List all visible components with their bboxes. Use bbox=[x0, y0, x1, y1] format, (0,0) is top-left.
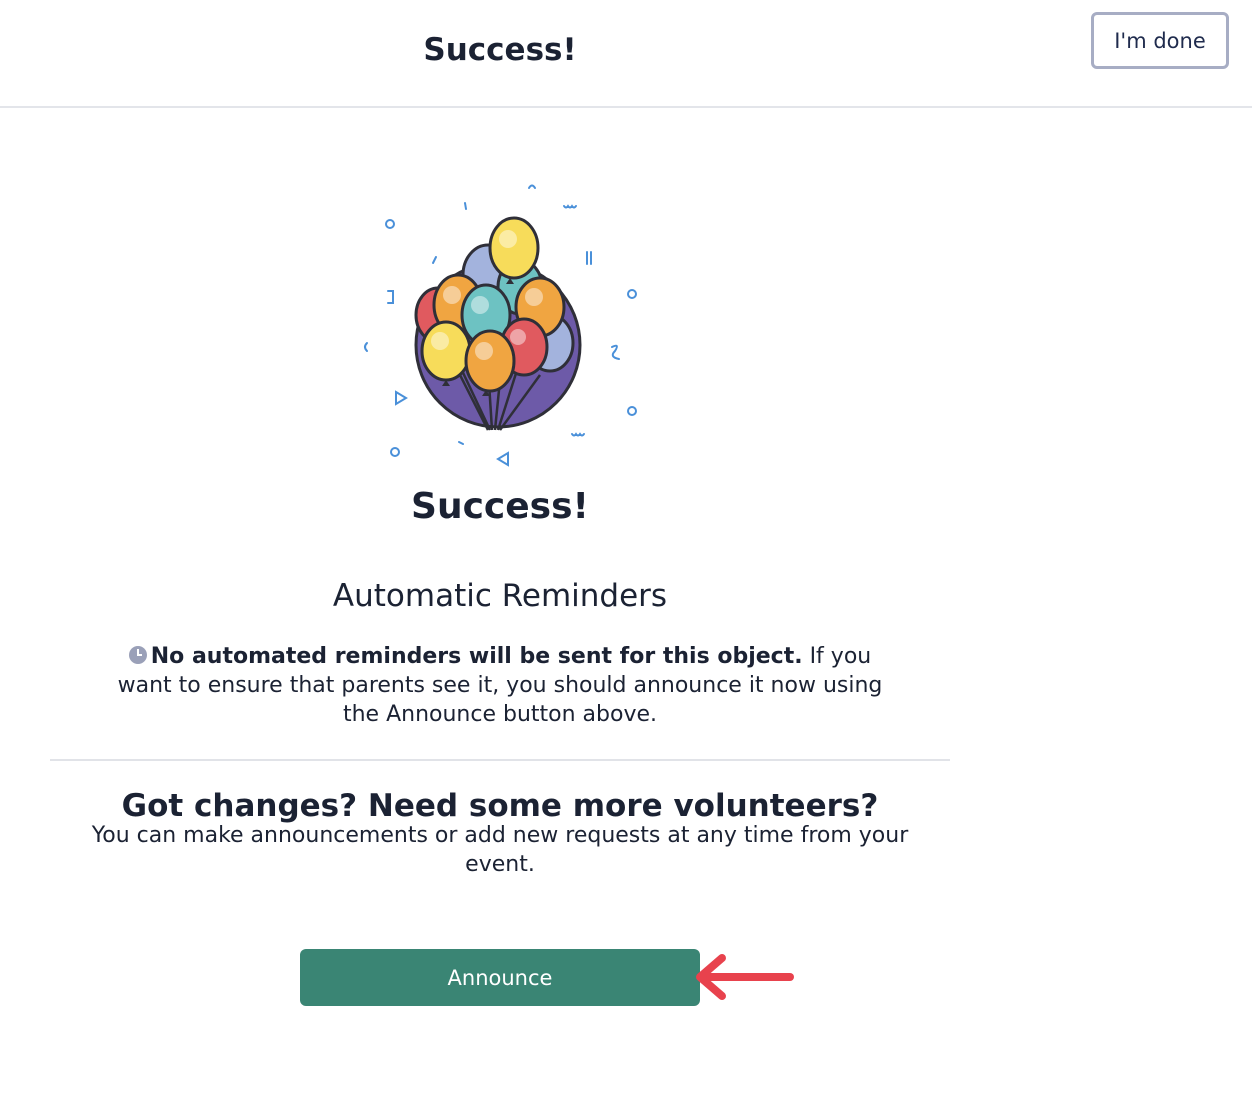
changes-title: Got changes? Need some more volunteers? bbox=[121, 788, 879, 824]
done-button[interactable]: I'm done bbox=[1091, 12, 1229, 69]
changes-message: You can make announcements or add new re… bbox=[91, 823, 909, 877]
reminders-bold-text: No automated reminders will be sent for … bbox=[150, 644, 803, 669]
red-arrow-icon bbox=[696, 954, 794, 1000]
header-bar: Success! I'm done bbox=[0, 0, 1252, 108]
reminders-message: No automated reminders will be sent for … bbox=[110, 642, 890, 729]
announce-button[interactable]: Announce bbox=[300, 949, 700, 1006]
balloons-icon bbox=[364, 184, 637, 467]
header-title: Success! bbox=[423, 32, 577, 68]
reminders-title: Automatic Reminders bbox=[332, 578, 668, 614]
clock-icon bbox=[128, 646, 147, 664]
success-title: Success! bbox=[411, 486, 589, 527]
section-divider bbox=[50, 759, 950, 761]
